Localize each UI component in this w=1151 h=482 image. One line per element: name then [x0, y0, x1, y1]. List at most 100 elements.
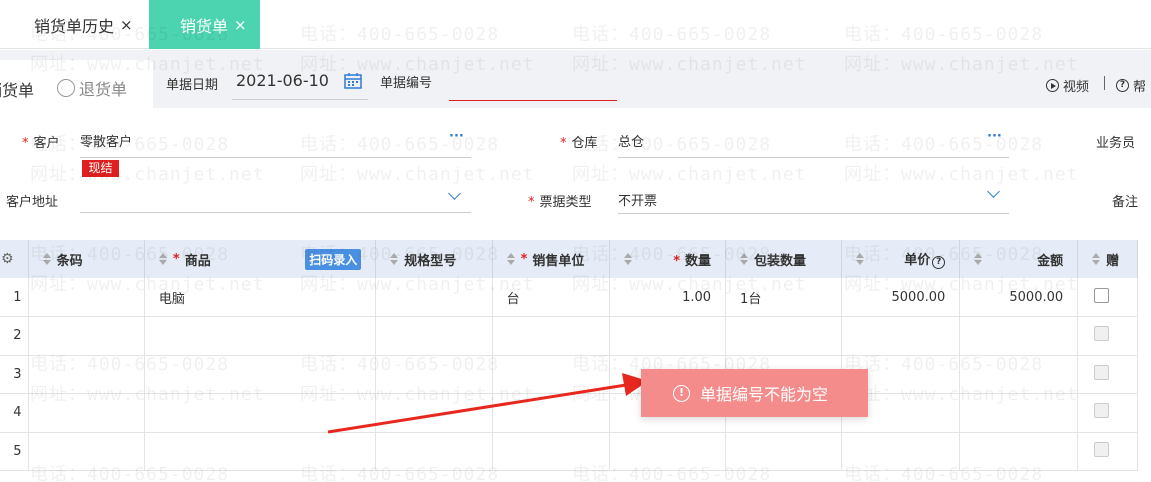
cell-price[interactable]: 5000.00	[841, 278, 961, 317]
cell-barcode[interactable]	[28, 393, 145, 433]
cell-unit[interactable]	[492, 316, 610, 356]
gift-checkbox[interactable]	[1094, 441, 1110, 457]
cell-barcode[interactable]	[28, 355, 145, 394]
table-row[interactable]: 3	[0, 355, 1138, 394]
sort-icon[interactable]	[390, 252, 399, 266]
cell-price[interactable]	[841, 316, 961, 356]
row-number: 1	[0, 278, 29, 317]
sort-icon[interactable]	[740, 252, 749, 266]
col-product[interactable]: * 商品 扫码录入	[144, 240, 377, 278]
address-label: 客户地址	[6, 195, 59, 210]
help-icon[interactable]: ?	[932, 256, 946, 269]
more-icon[interactable]: ···	[449, 129, 464, 144]
sort-icon[interactable]	[158, 252, 167, 266]
detail-grid: ⚙ 条码 * 商品 扫码录入 规格型号 * 销售单位 * 数量 包装数量 单价? 金额 …	[0, 240, 1138, 471]
order-type-sales[interactable]: 销货单	[0, 77, 34, 101]
row-number: 3	[0, 355, 29, 394]
cell-unit[interactable]: 台	[492, 278, 610, 317]
play-icon	[1046, 79, 1059, 92]
cell-gift[interactable]	[1077, 432, 1138, 471]
gift-checkbox[interactable]	[1094, 287, 1110, 303]
gift-checkbox[interactable]	[1094, 403, 1110, 419]
cell-gift[interactable]	[1077, 278, 1138, 317]
cell-barcode[interactable]	[28, 278, 145, 317]
sort-icon[interactable]	[974, 252, 983, 266]
help-link[interactable]: ? 帮	[1116, 76, 1146, 95]
cell-qty[interactable]	[609, 432, 727, 471]
video-link[interactable]: 视频	[1046, 76, 1089, 95]
table-row[interactable]: 5	[0, 432, 1138, 471]
row-number: 2	[0, 316, 29, 356]
table-row[interactable]: 4	[0, 393, 1138, 433]
cell-barcode[interactable]	[28, 432, 145, 471]
more-icon[interactable]: ···	[987, 129, 1002, 144]
sort-icon[interactable]	[506, 252, 515, 266]
col-gift[interactable]: 赠	[1077, 240, 1138, 278]
col-pack-qty[interactable]: 包装数量	[725, 240, 843, 278]
tab-sales-order[interactable]: 销货单 ×	[149, 0, 260, 49]
cell-amount[interactable]	[959, 393, 1079, 433]
cell-pack-qty[interactable]	[725, 432, 843, 471]
date-input[interactable]: 2021-06-10	[236, 71, 329, 90]
cell-product[interactable]: 电脑	[144, 278, 377, 317]
col-barcode[interactable]: 条码	[28, 240, 145, 278]
code-input[interactable]	[449, 100, 617, 101]
warehouse-input[interactable]: 总仓	[618, 131, 644, 150]
chevron-down-icon[interactable]	[987, 185, 1000, 198]
cell-pack-qty[interactable]	[725, 316, 843, 356]
col-qty[interactable]: * 数量	[609, 240, 727, 278]
cell-gift[interactable]	[1077, 316, 1138, 356]
cell-product[interactable]	[144, 393, 377, 433]
col-spec[interactable]: 规格型号	[375, 240, 493, 278]
sort-icon[interactable]	[623, 252, 632, 266]
cell-spec[interactable]	[375, 432, 493, 471]
customer-input[interactable]: 零散客户	[80, 131, 132, 150]
cell-pack-qty[interactable]: 1台	[725, 278, 843, 317]
cell-product[interactable]	[144, 432, 377, 471]
cell-gift[interactable]	[1077, 393, 1138, 433]
cell-unit[interactable]	[492, 355, 610, 394]
gift-checkbox[interactable]	[1094, 364, 1110, 380]
cell-product[interactable]	[144, 355, 377, 394]
sort-icon[interactable]	[856, 252, 865, 266]
col-unit[interactable]: * 销售单位	[492, 240, 610, 278]
cell-barcode[interactable]	[28, 316, 145, 356]
invoice-select[interactable]: 不开票	[618, 190, 657, 209]
cell-unit[interactable]	[492, 432, 610, 471]
gift-checkbox[interactable]	[1094, 326, 1110, 342]
chevron-down-icon[interactable]	[448, 187, 461, 200]
sort-icon[interactable]	[42, 252, 51, 266]
cell-amount[interactable]	[959, 355, 1079, 394]
col-amount[interactable]: 金额	[959, 240, 1079, 278]
col-price[interactable]: 单价?	[841, 240, 961, 278]
cell-gift[interactable]	[1077, 355, 1138, 394]
cell-amount[interactable]	[959, 432, 1079, 471]
cell-spec[interactable]	[375, 316, 493, 356]
table-row[interactable]: 1 电脑 台 1.00 1台 5000.00 5000.00	[0, 278, 1138, 317]
table-row[interactable]: 2	[0, 316, 1138, 356]
cell-spec[interactable]	[375, 278, 493, 317]
close-icon[interactable]: ×	[120, 16, 133, 34]
radio-icon[interactable]	[57, 79, 75, 97]
cell-amount[interactable]: 5000.00	[959, 278, 1079, 317]
gear-icon[interactable]: ⚙	[1, 251, 14, 267]
help-icon: ?	[1116, 79, 1129, 92]
cell-spec[interactable]	[375, 393, 493, 433]
sort-icon[interactable]	[1092, 252, 1101, 266]
close-icon[interactable]: ×	[234, 16, 247, 34]
cell-spec[interactable]	[375, 355, 493, 394]
cell-amount[interactable]	[959, 316, 1079, 356]
cell-qty[interactable]	[609, 316, 727, 356]
cell-price[interactable]	[841, 432, 961, 471]
tab-sales-history[interactable]: 销货单历史 ×	[0, 0, 149, 49]
cell-qty[interactable]: 1.00	[609, 278, 727, 317]
grid-settings[interactable]: ⚙	[0, 240, 29, 278]
watermark-site: 网址：www.chanjet.net	[844, 164, 1079, 185]
calendar-icon[interactable]	[344, 72, 362, 89]
address-input[interactable]	[80, 212, 471, 213]
watermark-phone: 电话：400-665-0028	[572, 134, 772, 155]
cell-product[interactable]	[144, 316, 377, 356]
scan-entry-button[interactable]: 扫码录入	[305, 248, 362, 270]
cell-unit[interactable]	[492, 393, 610, 433]
order-type-return[interactable]: 退货单	[57, 76, 127, 100]
